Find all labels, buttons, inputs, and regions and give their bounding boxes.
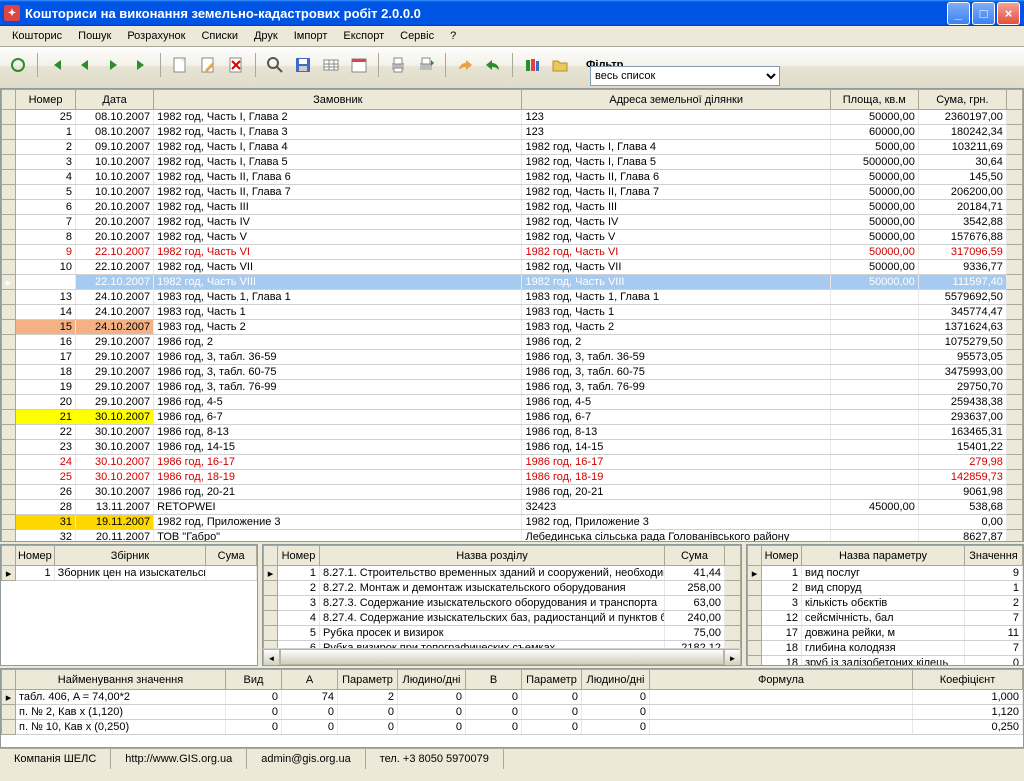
menu-Кошторис[interactable]: Кошторис — [4, 28, 70, 44]
sub-grid-collections[interactable]: НомерЗбірникСума ▸1Зборник цен на изыска… — [0, 544, 258, 666]
list-item[interactable]: 2вид споруд1 — [748, 581, 1023, 596]
table-row[interactable]: 820.10.20071982 год, Часть V1982 год, Ча… — [2, 230, 1023, 245]
col-address[interactable]: Адреса земельної ділянки — [522, 90, 830, 110]
minimize-button[interactable]: _ — [947, 2, 970, 25]
table-row[interactable]: 1829.10.20071986 год, 3, табл. 60-751986… — [2, 365, 1023, 380]
sub-grid-sections[interactable]: НомерНазва розділуСума ▸18.27.1. Строите… — [262, 544, 742, 666]
statusbar: Компанія ШЕЛС http://www.GIS.org.ua admi… — [0, 748, 1024, 769]
next-icon[interactable] — [101, 53, 125, 77]
maximize-button[interactable]: □ — [972, 2, 995, 25]
table-row[interactable]: 1324.10.20071983 год, Часть 1, Глава 119… — [2, 290, 1023, 305]
table-row[interactable]: 2813.11.2007RETOPWEI3242345000,00538,68 — [2, 500, 1023, 515]
status-company: Компанія ШЕЛС — [0, 749, 111, 769]
menu-Друк[interactable]: Друк — [246, 28, 286, 44]
table-row[interactable]: 510.10.20071982 год, Часть II, Глава 719… — [2, 185, 1023, 200]
table-row[interactable]: 1424.10.20071983 год, Часть 11983 год, Ч… — [2, 305, 1023, 320]
col-area[interactable]: Площа, кв.м — [830, 90, 918, 110]
grid-icon[interactable] — [319, 53, 343, 77]
table-row[interactable]: 108.10.20071982 год, Часть I, Глава 3123… — [2, 125, 1023, 140]
list-item[interactable]: 28.27.2. Монтаж и демонтаж изыскательско… — [264, 581, 741, 596]
table-row[interactable]: 209.10.20071982 год, Часть I, Глава 4198… — [2, 140, 1023, 155]
scroll-right-icon[interactable]: ► — [724, 649, 741, 666]
save-icon[interactable] — [291, 53, 315, 77]
status-url[interactable]: http://www.GIS.org.ua — [111, 749, 247, 769]
window-title: Кошториси на виконання земельно-кадастро… — [25, 6, 421, 21]
list-item[interactable]: ▸18.27.1. Строительство временных зданий… — [264, 566, 741, 581]
col-sum[interactable]: Сума, грн. — [918, 90, 1006, 110]
export-icon[interactable] — [481, 53, 505, 77]
list-item[interactable]: ▸табл. 406, A = 74,00*2074200001,000 — [2, 690, 1023, 705]
list-item[interactable]: п. № 2, Кав x (1,120)00000001,120 — [2, 705, 1023, 720]
list-item[interactable]: 12сейсмічність, бал7 — [748, 611, 1023, 626]
main-grid[interactable]: Номер Дата Замовник Адреса земельної діл… — [0, 88, 1024, 542]
table-row[interactable]: 310.10.20071982 год, Часть I, Глава 5198… — [2, 155, 1023, 170]
menu-Списки[interactable]: Списки — [193, 28, 246, 44]
print-icon[interactable] — [386, 53, 410, 77]
calendar-icon[interactable] — [347, 53, 371, 77]
menu-Розрахунок[interactable]: Розрахунок — [119, 28, 193, 44]
table-row[interactable]: 410.10.20071982 год, Часть II, Глава 619… — [2, 170, 1023, 185]
sub-grid-params[interactable]: НомерНазва параметруЗначення ▸1вид послу… — [746, 544, 1024, 666]
scroll-left-icon[interactable]: ◄ — [263, 649, 280, 666]
list-item[interactable]: ▸1вид послуг9 — [748, 566, 1023, 581]
table-row[interactable]: 620.10.20071982 год, Часть III1982 год, … — [2, 200, 1023, 215]
menu-Імпорт[interactable]: Імпорт — [286, 28, 336, 44]
table-row[interactable]: 2230.10.20071986 год, 8-131986 год, 8-13… — [2, 425, 1023, 440]
list-item[interactable]: ▸1Зборник цен на изыскательские — [2, 566, 257, 581]
titlebar: ✦ Кошториси на виконання земельно-кадаст… — [0, 0, 1024, 26]
table-row[interactable]: ▸1122.10.20071982 год, Часть VIII1982 го… — [2, 275, 1023, 290]
refresh-icon[interactable] — [6, 53, 30, 77]
menu-?[interactable]: ? — [442, 28, 464, 44]
list-item[interactable]: п. № 10, Кав x (0,250)00000000,250 — [2, 720, 1023, 735]
edit-icon[interactable] — [196, 53, 220, 77]
list-item[interactable]: 5Рубка просек и визирок75,00 — [264, 626, 741, 641]
table-row[interactable]: 2130.10.20071986 год, 6-71986 год, 6-729… — [2, 410, 1023, 425]
status-tel: тел. +3 8050 5970079 — [366, 749, 504, 769]
list-item[interactable]: 17довжина рейки, м11 — [748, 626, 1023, 641]
col-date[interactable]: Дата — [76, 90, 154, 110]
folder-icon[interactable] — [548, 53, 572, 77]
table-row[interactable]: 2029.10.20071986 год, 4-51986 год, 4-525… — [2, 395, 1023, 410]
table-row[interactable]: 2330.10.20071986 год, 14-151986 год, 14-… — [2, 440, 1023, 455]
table-row[interactable]: 2530.10.20071986 год, 18-191986 год, 18-… — [2, 470, 1023, 485]
col-customer[interactable]: Замовник — [154, 90, 522, 110]
close-button[interactable]: × — [997, 2, 1020, 25]
menu-Сервіс[interactable]: Сервіс — [392, 28, 442, 44]
new-icon[interactable] — [168, 53, 192, 77]
list-item[interactable]: 48.27.4. Содержание изыскательских баз, … — [264, 611, 741, 626]
table-row[interactable]: 720.10.20071982 год, Часть IV1982 год, Ч… — [2, 215, 1023, 230]
table-row[interactable]: 2430.10.20071986 год, 16-171986 год, 16-… — [2, 455, 1023, 470]
table-row[interactable]: 922.10.20071982 год, Часть VI1982 год, Ч… — [2, 245, 1023, 260]
search-icon[interactable] — [263, 53, 287, 77]
menu-Експорт[interactable]: Експорт — [335, 28, 392, 44]
app-icon: ✦ — [4, 5, 20, 21]
menubar: КошторисПошукРозрахунокСпискиДрукІмпортЕ… — [0, 26, 1024, 47]
list-item[interactable]: 38.27.3. Содержание изыскательского обор… — [264, 596, 741, 611]
col-number[interactable]: Номер — [16, 90, 76, 110]
list-item[interactable]: 18глибина колодязя7 — [748, 641, 1023, 656]
prev-icon[interactable] — [73, 53, 97, 77]
table-row[interactable]: 1729.10.20071986 год, 3, табл. 36-591986… — [2, 350, 1023, 365]
table-row[interactable]: 2630.10.20071986 год, 20-211986 год, 20-… — [2, 485, 1023, 500]
table-row[interactable]: 2508.10.20071982 год, Часть I, Глава 212… — [2, 110, 1023, 125]
filter-select[interactable]: весь список — [590, 66, 780, 86]
list-item[interactable]: 18зруб із залізобетоних кілець0 — [748, 656, 1023, 667]
table-row[interactable]: 1629.10.20071986 год, 21986 год, 2107527… — [2, 335, 1023, 350]
table-row[interactable]: 3220.11.2007ТОВ "Габро"Лебединська сільс… — [2, 530, 1023, 543]
import-icon[interactable] — [453, 53, 477, 77]
table-row[interactable]: 1524.10.20071983 год, Часть 21983 год, Ч… — [2, 320, 1023, 335]
list-item[interactable]: 3кількість обєктів2 — [748, 596, 1023, 611]
bottom-grid[interactable]: Найменування значенняВидAПараметрЛюдино/… — [0, 668, 1024, 748]
menu-Пошук[interactable]: Пошук — [70, 28, 119, 44]
print-all-icon[interactable] — [414, 53, 438, 77]
last-icon[interactable] — [129, 53, 153, 77]
table-row[interactable]: 1929.10.20071986 год, 3, табл. 76-991986… — [2, 380, 1023, 395]
table-row[interactable]: 1022.10.20071982 год, Часть VII1982 год,… — [2, 260, 1023, 275]
table-row[interactable]: 3119.11.20071982 год, Приложение 31982 г… — [2, 515, 1023, 530]
status-email[interactable]: admin@gis.org.ua — [247, 749, 365, 769]
books-icon[interactable] — [520, 53, 544, 77]
delete-icon[interactable] — [224, 53, 248, 77]
first-icon[interactable] — [45, 53, 69, 77]
